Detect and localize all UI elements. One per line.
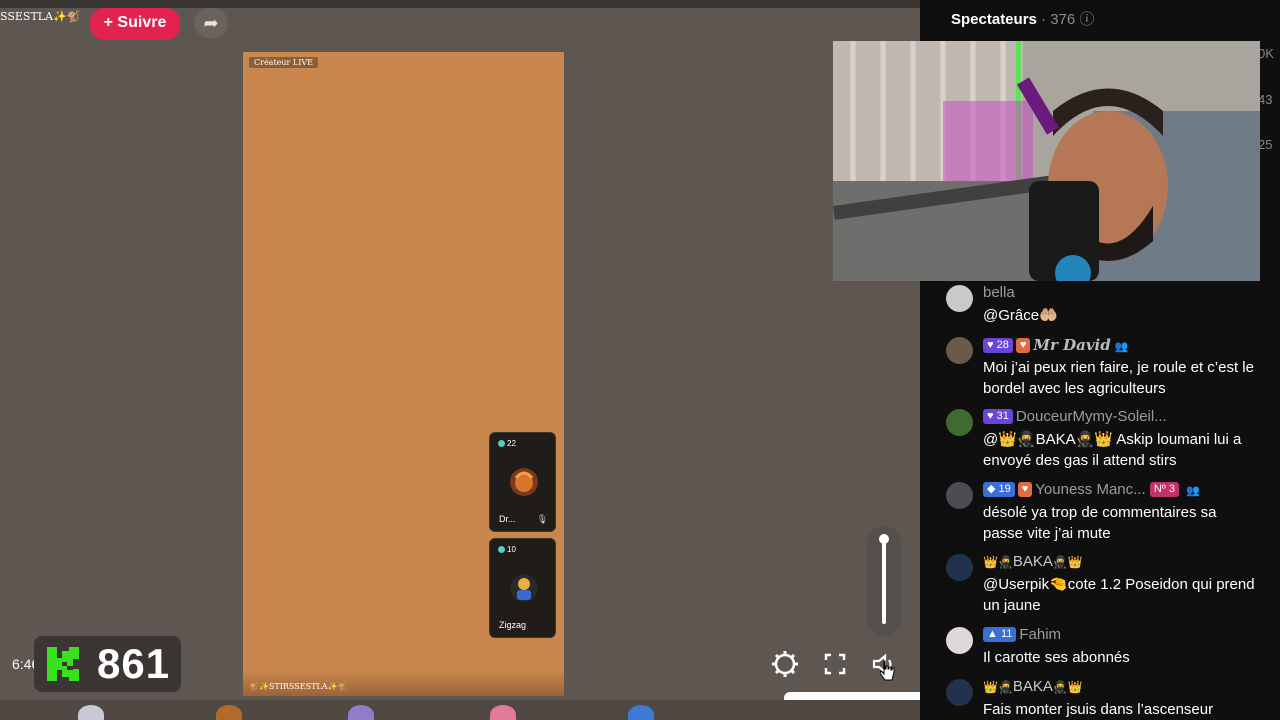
k-logo-icon: [47, 647, 79, 681]
fan-badge: ♥: [1017, 482, 1033, 497]
guest-viewer-count: 10: [498, 545, 516, 554]
volume-level-fill: [882, 538, 886, 624]
stream-footer-name: 🐒✨STIRSSESTLA✨🐒: [249, 682, 348, 691]
avatar[interactable]: [946, 554, 973, 581]
guest-name: Zigzag: [499, 620, 527, 630]
volume-knob[interactable]: [879, 534, 889, 544]
level-badge: ♥ 31: [983, 409, 1013, 424]
chat-message[interactable]: 👑🥷BAKA🥷👑 @Userpik🤏cote 1.2 Poseidon qui …: [946, 553, 1256, 614]
settings-icon[interactable]: [769, 648, 801, 680]
level-badge: ♥ 28: [983, 338, 1013, 353]
chat-text: désolé ya trop de commentaires sa passe …: [983, 504, 1217, 542]
spectators-header[interactable]: Spectateurs · 376 ⓘ: [951, 8, 1094, 29]
score-box: 861: [34, 636, 181, 692]
gift-icon[interactable]: [628, 705, 654, 720]
gift-icon[interactable]: [78, 705, 104, 720]
volume-slider[interactable]: [867, 526, 901, 636]
level-badge: ◆ 19: [983, 482, 1015, 497]
rank-badge: Nº 3: [1149, 482, 1179, 497]
chat-text: @Userpik🤏cote 1.2 Poseidon qui prend un …: [983, 576, 1255, 614]
chat-text: Il carotte ses abonnés: [983, 649, 1130, 666]
follow-button[interactable]: + Suivre: [90, 8, 180, 40]
avatar[interactable]: [946, 285, 973, 312]
avatar[interactable]: [946, 679, 973, 706]
chat-message[interactable]: ◆ 19 ♥ Youness Manc... Nº 3 👥 désolé ya tr…: [946, 481, 1256, 542]
gift-icon[interactable]: [490, 705, 516, 720]
chat-message[interactable]: 👑🥷BAKA🥷👑 Fais monter jsuis dans l’ascens…: [946, 679, 1256, 720]
person-icon: 👥: [1114, 341, 1129, 353]
info-icon[interactable]: ⓘ: [1079, 11, 1094, 28]
score-number: 861: [97, 640, 171, 687]
host-name[interactable]: SSESTLA✨🐒: [0, 10, 80, 23]
side-number: 0K: [1258, 46, 1274, 61]
avatar[interactable]: [946, 337, 973, 364]
guest-avatar: [510, 468, 538, 496]
chat-username[interactable]: 👑🥷BAKA🥷👑: [983, 553, 1083, 570]
fan-badge: ♥: [1015, 338, 1031, 353]
guest-tile[interactable]: 10 Zigzag: [489, 538, 556, 638]
chat-text: @👑🥷BAKA🥷👑 Askip loumani lui a envoyé des…: [983, 431, 1242, 469]
gift-icon[interactable]: [348, 705, 374, 720]
guest-viewer-count: 22: [498, 439, 516, 448]
side-number: 43: [1258, 92, 1273, 107]
chat-message[interactable]: ▲ 11 Fahim Il carotte ses abonnés: [946, 626, 1256, 671]
chat-message[interactable]: ♥ 28 ♥ 𝑴𝒓 𝑫𝒂𝒗𝒊𝒅 👥 Moi j’ai peux rien faire…: [946, 336, 1256, 397]
chat-username[interactable]: ▲ 11 Fahim: [983, 626, 1061, 643]
crown-icon: 🥷👑: [1052, 555, 1083, 569]
guest-name: Dr...: [499, 514, 516, 524]
guest-avatar: [510, 574, 538, 602]
crown-icon: 👑🥷: [983, 680, 1013, 694]
guest-tile[interactable]: 22 Dr... 🎙: [489, 432, 556, 532]
gift-bar[interactable]: [0, 700, 920, 720]
chat-message[interactable]: bella @Grâce🤲🏼: [946, 284, 1256, 329]
chat-username[interactable]: ◆ 19 ♥ Youness Manc... Nº 3 👥: [983, 481, 1200, 498]
share-icon[interactable]: ➦: [194, 8, 228, 38]
stream-footer: 🐒✨STIRSSESTLA✨🐒: [243, 670, 564, 696]
side-number: 25: [1258, 137, 1273, 152]
creator-live-tag: Créateur LIVE: [249, 57, 319, 68]
level-badge: ▲ 11: [983, 627, 1017, 642]
chat-username[interactable]: 👑🥷BAKA🥷👑: [983, 679, 1083, 695]
live-stream-screen: SSESTLA✨🐒 + Suivre ➦ Créateur LIVE 🐒✨STI…: [0, 0, 1280, 720]
avatar[interactable]: [946, 627, 973, 654]
chat-username[interactable]: ♥ 28 ♥ 𝑴𝒓 𝑫𝒂𝒗𝒊𝒅 👥: [983, 336, 1129, 354]
crown-icon: 👑🥷: [983, 555, 1013, 569]
chat-message[interactable]: ♥ 31 DouceurMymy-Soleil... @👑🥷BAKA🥷👑 Aski…: [946, 408, 1256, 469]
person-icon: 👥: [1186, 485, 1200, 497]
chat-text: Moi j’ai peux rien faire, je roule et c’…: [983, 359, 1254, 397]
crown-icon: 🥷👑: [1052, 680, 1083, 694]
avatar[interactable]: [946, 482, 973, 509]
chat-username[interactable]: bella: [983, 284, 1015, 301]
mic-muted-icon: 🎙: [536, 514, 548, 524]
chat-username[interactable]: ♥ 31 DouceurMymy-Soleil...: [983, 408, 1167, 425]
chat-text: @Grâce🤲🏼: [983, 307, 1058, 324]
streamer-webcam: [833, 41, 1260, 281]
mouse-cursor-icon: [880, 660, 895, 681]
avatar[interactable]: [946, 409, 973, 436]
gift-icon[interactable]: [216, 705, 242, 720]
chat-text: Fais monter jsuis dans l’ascenseur: [983, 701, 1214, 718]
fullscreen-icon[interactable]: [819, 648, 851, 680]
